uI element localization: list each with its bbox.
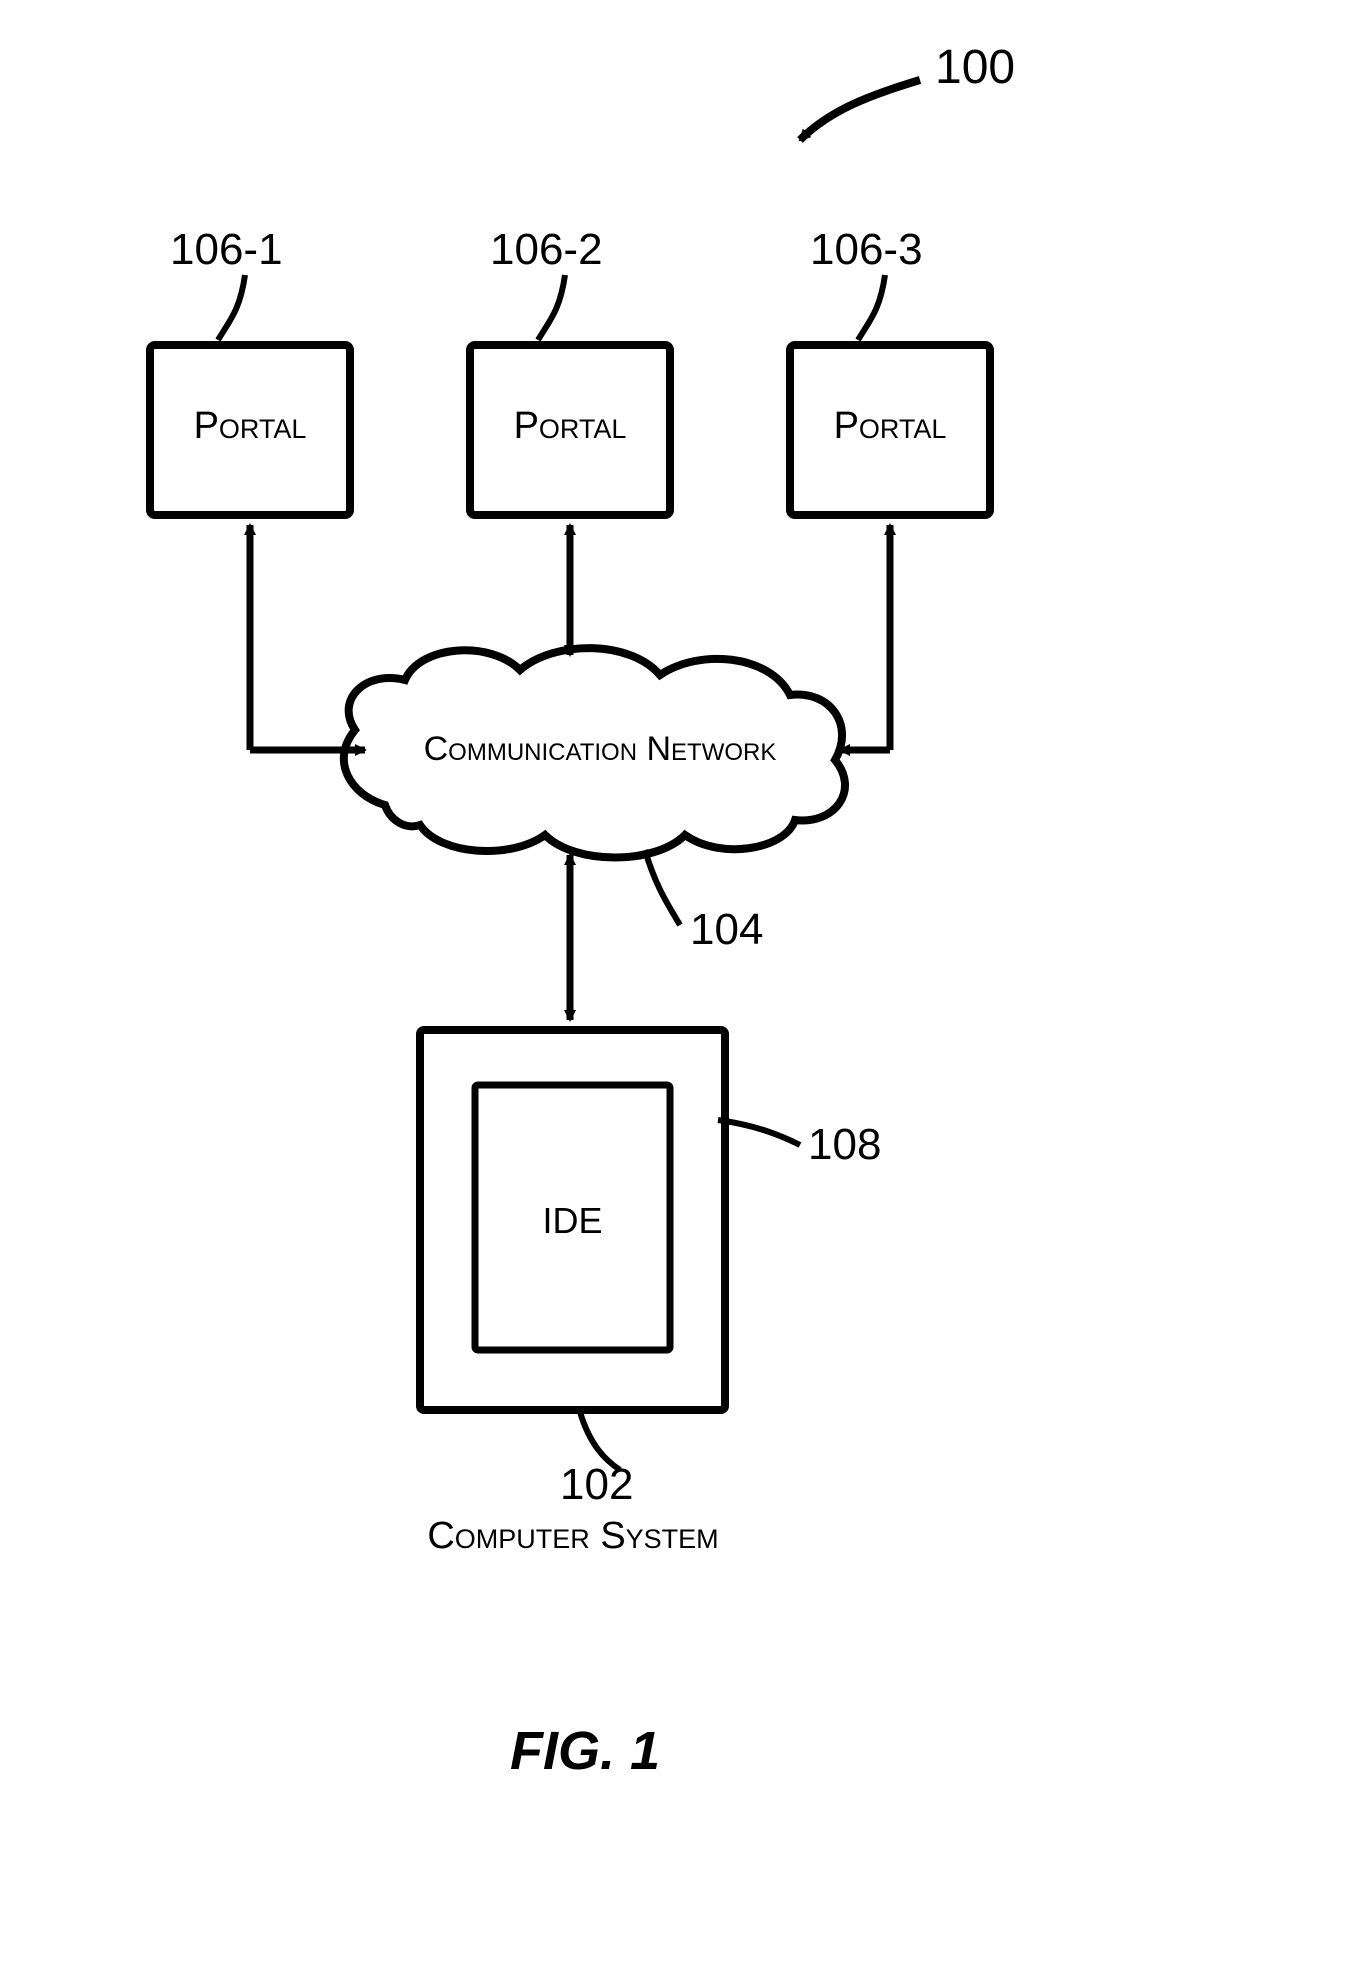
portal2-label: Portal xyxy=(500,405,640,448)
portal2-ref: 106-2 xyxy=(490,225,603,275)
diagram-svg xyxy=(0,0,1348,1962)
figure-caption: FIG. 1 xyxy=(510,1720,660,1782)
computer-ref: 102 xyxy=(560,1460,633,1510)
portal3-ref: 106-3 xyxy=(810,225,923,275)
system-architecture-diagram: 100 106-1 106-2 106-3 Portal Portal Port… xyxy=(0,0,1348,1962)
portal3-label: Portal xyxy=(820,405,960,448)
network-label: Communication Network xyxy=(370,730,830,769)
network-ref: 104 xyxy=(690,905,763,955)
portal1-label: Portal xyxy=(180,405,320,448)
ide-label: IDE xyxy=(520,1200,625,1242)
ide-ref: 108 xyxy=(808,1120,881,1170)
system-ref-label: 100 xyxy=(935,40,1015,95)
portal1-ref: 106-1 xyxy=(170,225,283,275)
computer-label: Computer System xyxy=(400,1515,746,1558)
